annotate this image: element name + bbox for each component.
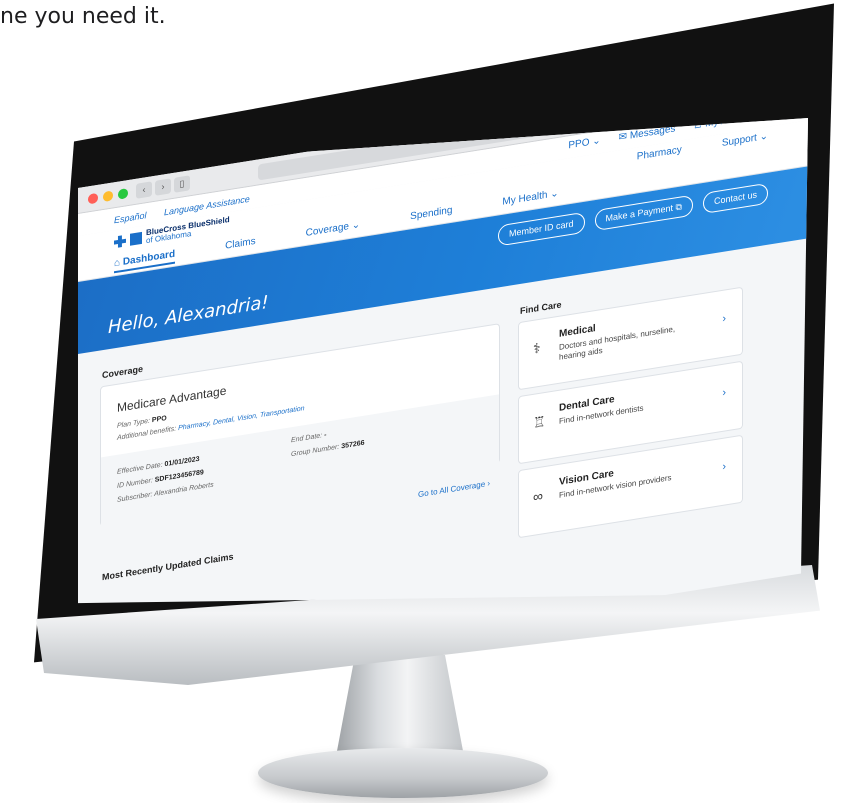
chevron-right-icon: › (722, 386, 726, 399)
id-number-label: ID Number: (117, 477, 153, 490)
subscriber-label: Subscriber: (117, 491, 153, 504)
find-care-section-title: Find Care (520, 299, 562, 316)
tagline: ne you need it. (0, 4, 166, 29)
coverage-plan-title: Medicare Advantage (117, 383, 227, 415)
stethoscope-icon: ⚕ (533, 339, 541, 357)
plan-selector[interactable]: PPO ⌄ (568, 135, 600, 151)
member-id-card-button[interactable]: Member ID card (497, 211, 585, 247)
close-window-button[interactable] (88, 192, 98, 205)
plan-type-value: PPO (151, 414, 167, 425)
website: ‹ › ▯ ↻ ⇪ ⧉ + Español Language Assistanc… (78, 118, 808, 604)
coverage-details: Effective Date: 01/01/2023 ID Number: SD… (101, 394, 499, 528)
minimize-window-button[interactable] (103, 190, 113, 203)
end-date-row: End Date: - (291, 432, 326, 445)
window-controls (88, 188, 128, 205)
group-number-value: 357266 (341, 439, 365, 451)
cross-logo-icon (114, 235, 126, 249)
maximize-window-button[interactable] (118, 188, 128, 200)
id-number-value: SDF123456789 (154, 469, 204, 484)
subscriber-value: Alexandria Roberts (154, 481, 214, 498)
plan-type-label: Plan Type: (117, 417, 150, 430)
effective-date-label: Effective Date: (117, 461, 163, 476)
effective-date-value: 01/01/2023 (164, 455, 200, 469)
chevron-right-icon: › (722, 460, 726, 473)
shield-logo-icon (130, 232, 142, 247)
back-button[interactable]: ‹ (136, 181, 152, 199)
claims-section-title: Most Recently Updated Claims (102, 551, 234, 583)
go-to-all-coverage-link[interactable]: Go to All Coverage › (418, 479, 490, 499)
support-menu[interactable]: Support ⌄ (722, 131, 768, 149)
end-date-label: End Date: (291, 432, 323, 445)
sidebar-toggle-button[interactable]: ▯ (174, 175, 190, 193)
make-payment-button[interactable]: Make a Payment ⧉ (594, 194, 693, 232)
chevron-right-icon: › (722, 312, 726, 325)
end-date-value: - (324, 431, 327, 440)
coverage-card: Medicare Advantage Plan Type: PPO Additi… (100, 323, 500, 528)
tooth-icon: ♖ (533, 412, 546, 431)
nav-claims[interactable]: Claims (225, 236, 256, 256)
monitor-screen: ‹ › ▯ ↻ ⇪ ⧉ + Español Language Assistanc… (78, 118, 808, 604)
contact-us-button[interactable]: Contact us (702, 182, 768, 215)
history-buttons: ‹ › ▯ (136, 175, 190, 199)
forward-button[interactable]: › (155, 178, 171, 196)
group-number-label: Group Number: (291, 443, 340, 459)
coverage-section-title: Coverage (102, 363, 144, 381)
monitor-stand-base (258, 748, 548, 798)
glasses-icon: ∞ (533, 487, 543, 505)
pharmacy-link[interactable]: Pharmacy (637, 144, 682, 162)
espanol-link[interactable]: Español (114, 210, 147, 225)
